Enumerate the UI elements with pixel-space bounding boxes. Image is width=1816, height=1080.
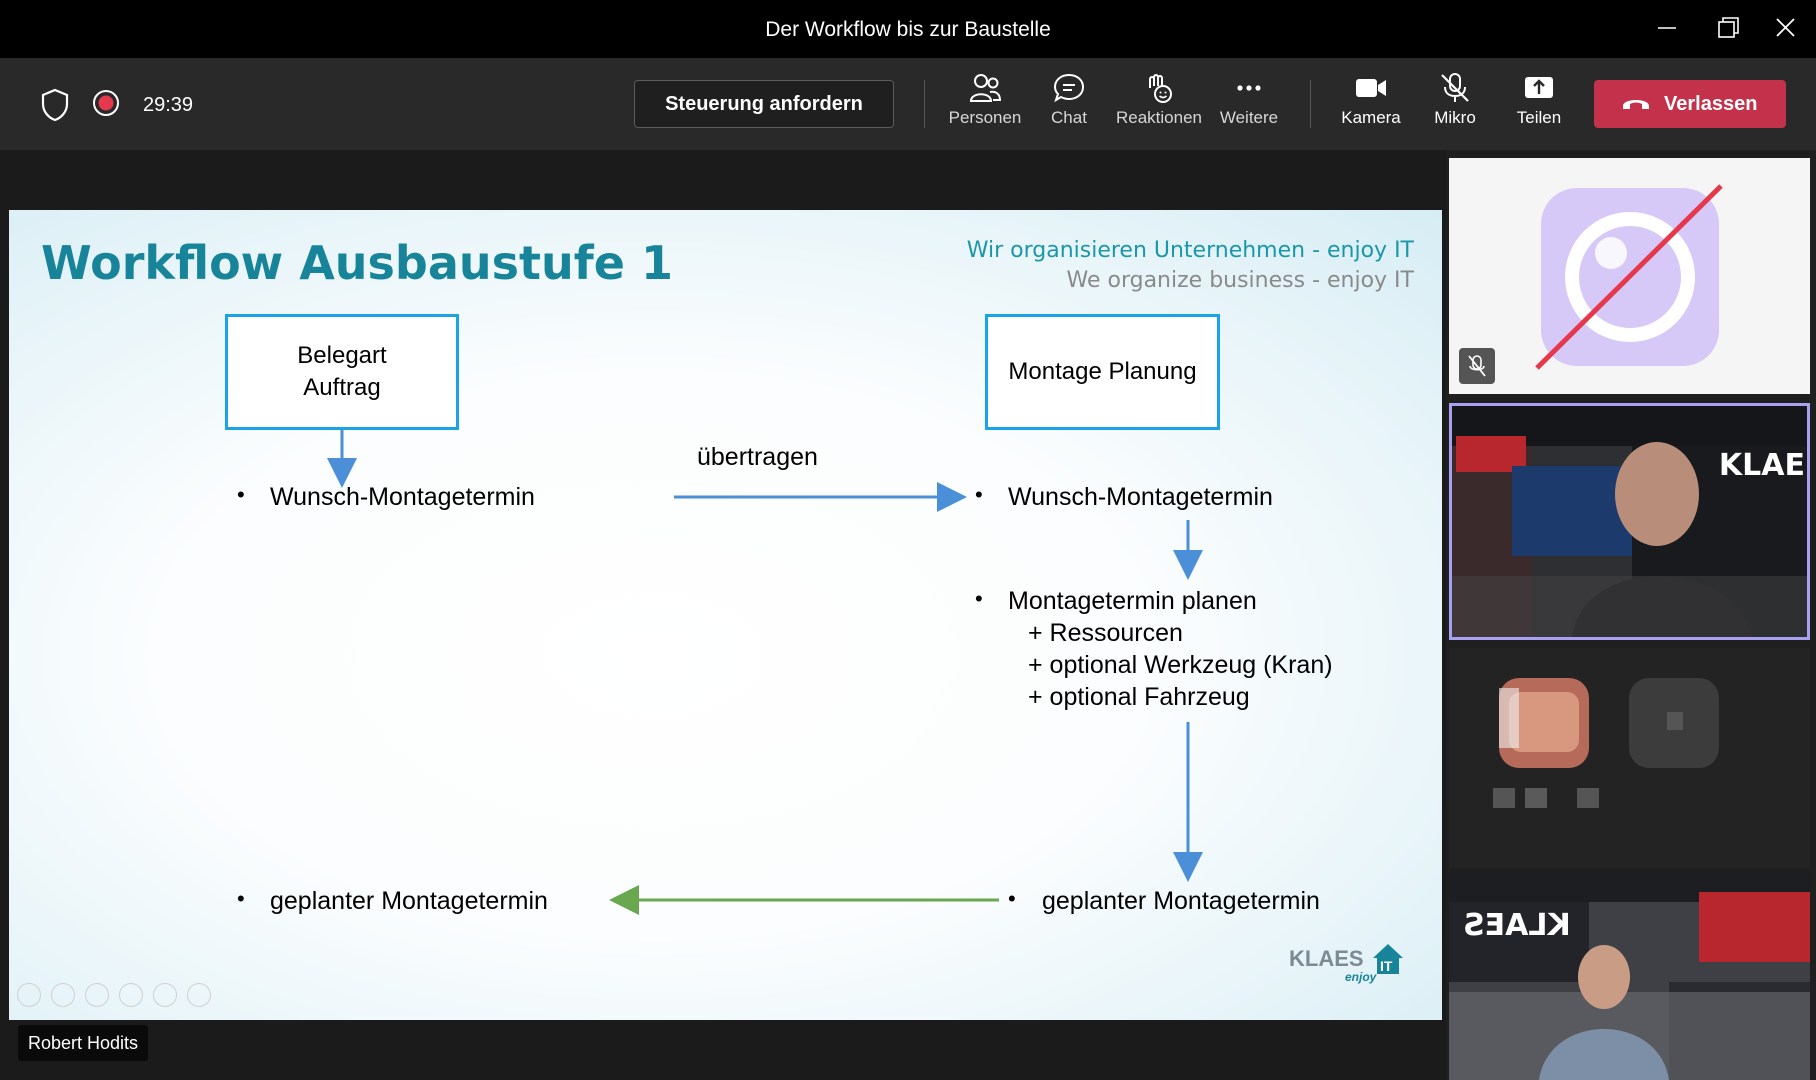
- mic-button[interactable]: Mikro: [1407, 72, 1503, 128]
- hangup-icon: [1623, 100, 1649, 109]
- more-dots-icon: [1237, 85, 1261, 91]
- maximize-button[interactable]: [1708, 10, 1748, 46]
- leave-button[interactable]: Verlassen: [1594, 80, 1786, 128]
- shield-icon[interactable]: [40, 88, 70, 127]
- camera-off-icon: [1535, 184, 1723, 370]
- more-label: Weitere: [1219, 108, 1279, 127]
- presentation-slide: Workflow Ausbaustufe 1 Wir organisieren …: [9, 210, 1442, 1020]
- participant-tile-camera-off[interactable]: [1449, 158, 1810, 394]
- meeting-toolbar: 29:39 Steuerung anfordern Personen Chat …: [0, 58, 1816, 150]
- people-label: Personen: [948, 108, 1022, 127]
- hand-emoji-icon: [1149, 74, 1172, 103]
- reactions-button[interactable]: Reaktionen: [1111, 72, 1207, 128]
- right-item-planen: Montagetermin planen: [1008, 587, 1257, 615]
- mic-label: Mikro: [1434, 108, 1476, 127]
- share-label: Teilen: [1516, 108, 1562, 127]
- chat-button[interactable]: Chat: [1021, 72, 1117, 128]
- bullet: •: [975, 482, 983, 507]
- toolbar-divider: [924, 80, 925, 128]
- toolbar-divider: [1310, 80, 1311, 128]
- speaker-video: [1452, 406, 1807, 637]
- camera-button[interactable]: Kamera: [1323, 72, 1419, 128]
- right-sub-ressourcen: + Ressourcen: [1028, 619, 1183, 647]
- booth-banner-text: KLAE: [1718, 448, 1805, 483]
- slide-controls[interactable]: [17, 983, 221, 1012]
- window-title: Der Workflow bis zur Baustelle: [765, 18, 1051, 41]
- meeting-timer: 29:39: [143, 94, 194, 116]
- people-button[interactable]: Personen: [937, 72, 1033, 128]
- right-item-geplant: geplanter Montagetermin: [1042, 887, 1320, 915]
- chat-label: Chat: [1051, 108, 1087, 127]
- share-icon: [1525, 77, 1553, 98]
- right-sub-fahrzeug: + optional Fahrzeug: [1028, 683, 1250, 711]
- mic-muted-icon: [1441, 73, 1469, 102]
- zoom-icon[interactable]: [153, 983, 177, 1007]
- camera-icon: [1356, 79, 1386, 97]
- more-icon[interactable]: [187, 983, 211, 1007]
- arrow-label-uebertragen: übertragen: [697, 443, 818, 471]
- leave-label: Verlassen: [1664, 93, 1758, 115]
- participant-tile-avatars[interactable]: [1449, 648, 1810, 868]
- participant-tile-presenter[interactable]: KLAES: [1449, 872, 1810, 1080]
- minimize-button[interactable]: [1648, 10, 1688, 46]
- bullet: •: [237, 886, 245, 911]
- more-button[interactable]: Weitere: [1201, 72, 1297, 128]
- pen-icon[interactable]: [85, 983, 109, 1007]
- title-bar: Der Workflow bis zur Baustelle: [0, 0, 1816, 58]
- left-item-wunsch: Wunsch-Montagetermin: [270, 483, 535, 511]
- logo-text: KLAES: [1289, 946, 1364, 971]
- mic-muted-icon: [1468, 355, 1486, 377]
- camera-label: Kamera: [1341, 108, 1401, 127]
- presenter-video: [1449, 872, 1810, 1080]
- share-button[interactable]: Teilen: [1491, 72, 1587, 128]
- presenter-name-tag: Robert Hodits: [18, 1025, 149, 1061]
- participant-tile-speaker[interactable]: KLAE: [1449, 403, 1810, 640]
- blurred-avatars: [1493, 678, 1719, 808]
- left-item-geplant: geplanter Montagetermin: [270, 887, 548, 915]
- close-button[interactable]: [1766, 10, 1806, 46]
- klaes-logo: KLAES enjoy IT: [1289, 940, 1409, 990]
- people-icon: [969, 74, 1002, 102]
- right-sub-werkzeug: + optional Werkzeug (Kran): [1028, 651, 1333, 679]
- grid-icon[interactable]: [119, 983, 143, 1007]
- logo-it: IT: [1380, 958, 1393, 974]
- reactions-label: Reaktionen: [1115, 108, 1202, 127]
- booth-banner-text: KLAES: [1463, 908, 1571, 943]
- recording-icon: [92, 89, 120, 122]
- next-slide-icon[interactable]: [51, 983, 75, 1007]
- bullet: •: [237, 482, 245, 507]
- prev-slide-icon[interactable]: [17, 983, 41, 1007]
- right-item-wunsch: Wunsch-Montagetermin: [1008, 483, 1273, 511]
- request-control-button[interactable]: Steuerung anfordern: [634, 80, 894, 128]
- bullet: •: [975, 586, 983, 611]
- chat-icon: [1053, 73, 1085, 103]
- muted-mic-badge: [1459, 348, 1495, 384]
- bullet: •: [1008, 886, 1016, 911]
